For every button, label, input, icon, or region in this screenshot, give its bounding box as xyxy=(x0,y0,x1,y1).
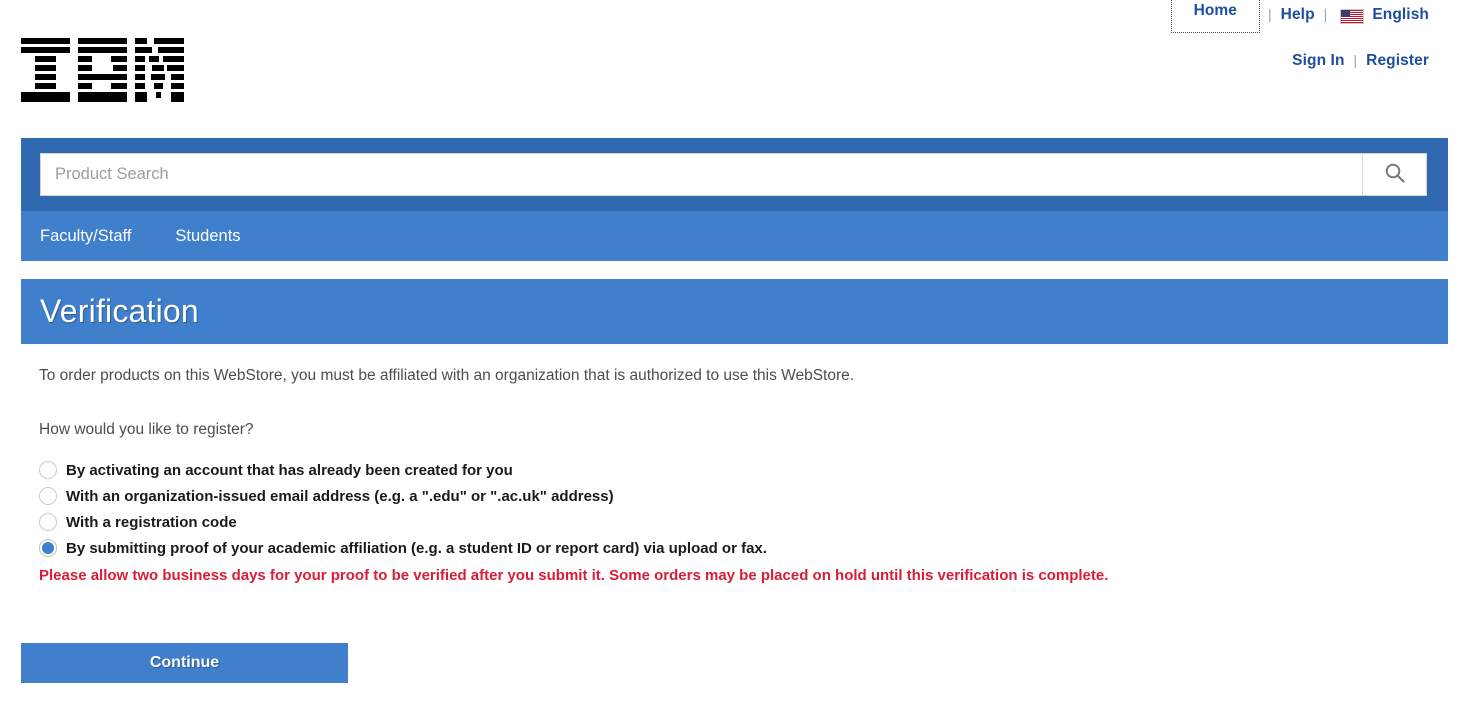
radio-activate-account[interactable] xyxy=(39,461,57,480)
us-flag-icon xyxy=(1340,8,1365,24)
site-header: Home | Help | English Sign In | Register xyxy=(0,0,1469,130)
main-navigation: Faculty/Staff Students xyxy=(21,211,1448,261)
help-link[interactable]: Help xyxy=(1281,6,1315,24)
nav-item-students[interactable]: Students xyxy=(175,227,240,246)
nav-separator: | xyxy=(1353,52,1358,68)
continue-button[interactable]: Continue xyxy=(21,643,348,683)
option-row[interactable]: With a registration code xyxy=(39,509,1429,535)
search-icon xyxy=(1384,162,1406,187)
radio-submit-proof[interactable] xyxy=(39,539,57,558)
nav-item-faculty-staff[interactable]: Faculty/Staff xyxy=(40,227,131,246)
search-button[interactable] xyxy=(1362,154,1426,195)
nav-separator: | xyxy=(1323,6,1328,22)
option-row[interactable]: By submitting proof of your academic aff… xyxy=(39,535,1429,561)
option-label[interactable]: With an organization-issued email addres… xyxy=(66,488,614,505)
main-content: To order products on this WebStore, you … xyxy=(39,366,1429,584)
registration-options: By activating an account that has alread… xyxy=(39,457,1429,561)
search-input[interactable] xyxy=(41,154,1362,195)
verification-warning: Please allow two business days for your … xyxy=(39,567,1109,585)
nav-separator: | xyxy=(1268,6,1272,22)
option-row[interactable]: With an organization-issued email addres… xyxy=(39,483,1429,509)
register-question: How would you like to register? xyxy=(39,421,254,439)
radio-org-email[interactable] xyxy=(39,487,57,506)
option-label[interactable]: By activating an account that has alread… xyxy=(66,462,513,479)
utility-nav-secondary: Sign In | Register xyxy=(1292,47,1429,75)
search-container xyxy=(40,153,1427,196)
intro-text: To order products on this WebStore, you … xyxy=(39,367,855,384)
option-label[interactable]: By submitting proof of your academic aff… xyxy=(66,540,767,557)
utility-nav-primary: Home | Help | English xyxy=(1170,0,1429,33)
option-label[interactable]: With a registration code xyxy=(66,514,237,531)
search-band xyxy=(21,138,1448,211)
ibm-logo xyxy=(21,36,184,102)
radio-registration-code[interactable] xyxy=(39,513,57,532)
sign-in-link[interactable]: Sign In xyxy=(1292,52,1344,70)
page-title: Verification xyxy=(40,293,199,329)
option-row[interactable]: By activating an account that has alread… xyxy=(39,457,1429,483)
home-link[interactable]: Home xyxy=(1170,0,1261,33)
register-link[interactable]: Register xyxy=(1366,52,1429,70)
language-selector[interactable]: English xyxy=(1372,6,1429,24)
page-title-banner: Verification xyxy=(21,279,1448,344)
